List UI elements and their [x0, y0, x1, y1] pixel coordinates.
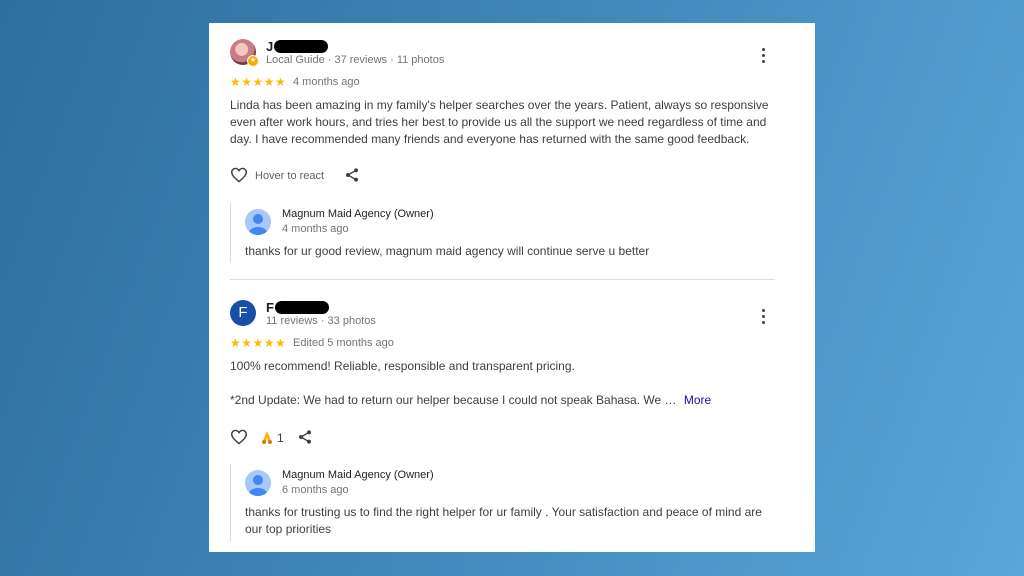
- reviewer-meta: Local Guide · 37 reviews · 11 photos: [266, 54, 445, 66]
- review-update-text: *2nd Update: We had to return our helper…: [230, 393, 677, 407]
- owner-name: Magnum Maid Agency (Owner): [282, 469, 434, 481]
- more-options-icon[interactable]: [762, 48, 768, 66]
- review-text-line: 100% recommend! Reliable, responsible an…: [230, 359, 575, 373]
- reply-date: 4 months ago: [282, 223, 349, 235]
- person-icon: [249, 214, 267, 235]
- share-icon[interactable]: [344, 167, 360, 183]
- reviewer-name[interactable]: J: [266, 39, 329, 54]
- heart-icon[interactable]: [230, 167, 248, 183]
- review-text: Linda has been amazing in my family's he…: [230, 98, 769, 146]
- review-date: Edited 5 months ago: [293, 337, 394, 349]
- reaction-count: 1: [277, 431, 284, 445]
- owner-avatar: [245, 470, 271, 496]
- react-label[interactable]: Hover to react: [255, 170, 324, 182]
- star-rating: ★★★★★: [230, 336, 287, 350]
- owner-avatar: [245, 209, 271, 235]
- reviewer-name-initial: J: [266, 39, 274, 54]
- review-date: 4 months ago: [293, 76, 360, 88]
- reply-text: thanks for ur good review, magnum maid a…: [245, 244, 650, 258]
- redaction-bar: [274, 40, 329, 53]
- owner-reply: Magnum Maid Agency (Owner) 4 months ago …: [230, 203, 776, 263]
- reply-text: thanks for trusting us to find the right…: [245, 505, 762, 536]
- owner-name: Magnum Maid Agency (Owner): [282, 208, 434, 220]
- more-link[interactable]: More: [684, 393, 711, 407]
- reviewer-name[interactable]: F: [266, 300, 329, 315]
- owner-reply: Magnum Maid Agency (Owner) 6 months ago …: [230, 464, 776, 542]
- reviewer-avatar[interactable]: F: [230, 300, 256, 326]
- reply-date: 6 months ago: [282, 484, 349, 496]
- reviews-card: ★ J Local Guide · 37 reviews · 11 photos…: [209, 23, 815, 552]
- star-rating: ★★★★★: [230, 75, 287, 89]
- more-options-icon[interactable]: [762, 309, 768, 327]
- share-icon[interactable]: [297, 429, 313, 445]
- review-text-update: *2nd Update: We had to return our helper…: [230, 392, 770, 409]
- local-guide-badge-icon: ★: [247, 55, 259, 67]
- thanks-reaction-icon[interactable]: [260, 429, 274, 445]
- reviewer-meta: 11 reviews · 33 photos: [266, 315, 376, 327]
- redaction-bar: [274, 301, 329, 314]
- person-icon: [249, 475, 267, 496]
- reviewer-avatar[interactable]: ★: [230, 39, 259, 67]
- heart-icon[interactable]: [230, 429, 248, 445]
- review-divider: [230, 279, 775, 280]
- reviewer-name-initial: F: [266, 300, 274, 315]
